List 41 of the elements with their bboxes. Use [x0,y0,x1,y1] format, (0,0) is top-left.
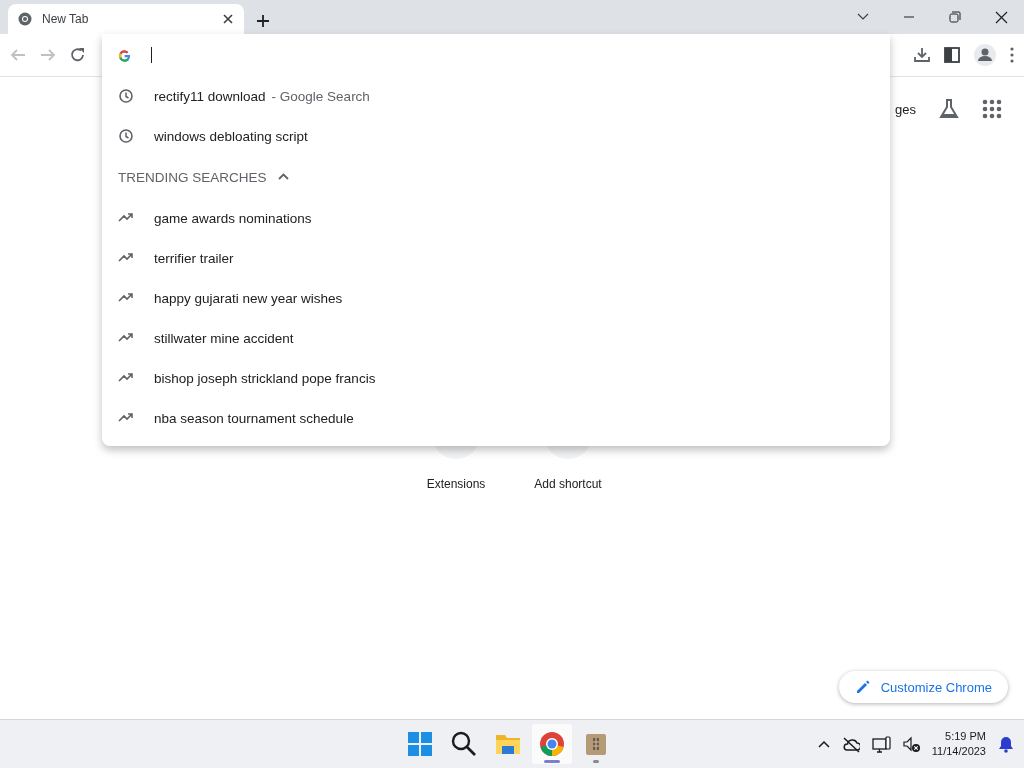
pencil-icon [854,679,871,695]
suggestion-item[interactable]: windows debloating script [102,116,890,156]
cloud-off-icon[interactable] [841,735,860,753]
muted-volume-icon[interactable] [902,735,920,753]
network-icon[interactable] [871,735,891,753]
windows-logo-icon [406,730,434,758]
section-header: TRENDING SEARCHES [118,169,267,185]
suggestion-item[interactable]: bishop joseph strickland pope francis [102,358,890,398]
chrome-icon [538,730,566,758]
caret-icon[interactable] [817,739,830,749]
search-icon [450,730,478,758]
customize-button[interactable]: Customize Chrome [838,671,1008,703]
clock-date[interactable]: 11/14/2023 [931,744,986,759]
side-panel-icon[interactable] [944,47,960,63]
close-icon[interactable] [222,13,234,25]
flask-icon[interactable] [938,98,960,120]
apps-grid-icon[interactable] [982,99,1002,119]
history-icon [118,128,134,144]
close-icon[interactable] [994,10,1008,24]
suggestion-item[interactable]: game awards nominations [102,198,890,238]
chrome-icon [18,12,32,26]
browser-tab[interactable]: New Tab [8,4,244,34]
header-link[interactable]: ges [895,101,916,117]
shortcut-label: Extensions [426,477,486,491]
profile-icon[interactable] [974,44,996,66]
clock-time[interactable]: 5:19 PM [945,729,986,744]
new-tab-icon[interactable] [256,14,270,28]
bell-icon[interactable] [998,735,1014,753]
shortcut-label: Add shortcut [534,477,602,491]
menu-icon[interactable] [1010,47,1014,63]
tab-title: New Tab [42,12,90,26]
download-icon[interactable] [914,47,930,63]
suggestion-item[interactable]: stillwater mine accident [102,318,890,358]
maximize-icon[interactable] [949,11,961,23]
reload-icon[interactable] [70,47,86,63]
suggestion-item[interactable]: nba season tournament schedule [102,398,890,438]
suggestion-item[interactable]: terrifier trailer [102,238,890,278]
suggestion-item[interactable]: rectify11 download - Google Search [102,76,890,116]
google-icon [118,48,131,62]
suggestion-item[interactable]: happy gujarati new year wishes [102,278,890,318]
history-icon [118,88,134,104]
